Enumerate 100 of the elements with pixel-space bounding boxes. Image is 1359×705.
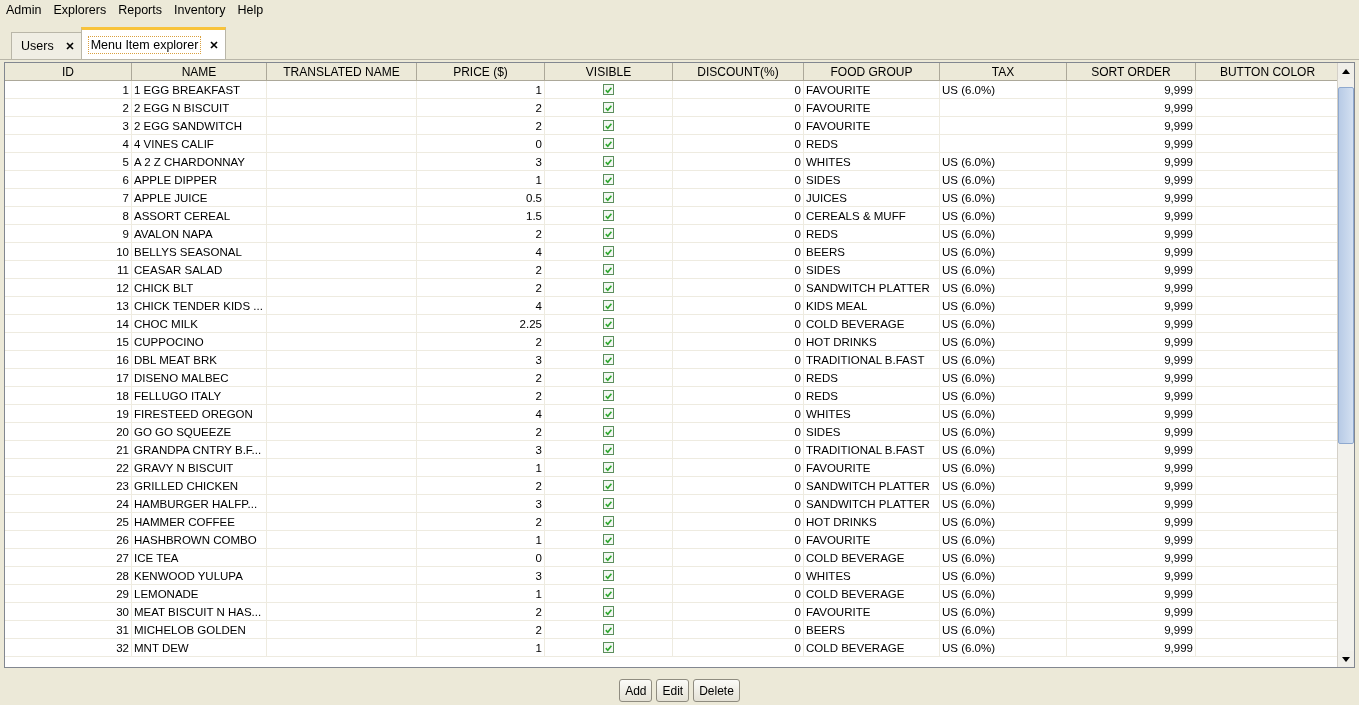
table-cell: US (6.0%): [942, 515, 996, 528]
checkbox[interactable]: [603, 408, 614, 419]
menu-item[interactable]: Inventory: [170, 3, 234, 17]
table-cell: 0: [673, 603, 804, 620]
table-cell: US (6.0%): [942, 281, 996, 294]
checkbox[interactable]: [603, 372, 614, 383]
table-cell: 9,999: [1067, 369, 1196, 386]
table-cell: 0: [673, 117, 804, 134]
table-cell: GO GO SQUEEZE: [132, 423, 267, 440]
column-header[interactable]: PRICE ($): [417, 63, 545, 80]
table-cell: APPLE DIPPER: [132, 171, 267, 188]
tab[interactable]: Users: [11, 32, 82, 59]
checkbox[interactable]: [603, 606, 614, 617]
checkbox[interactable]: [603, 390, 614, 401]
close-icon[interactable]: [209, 39, 220, 50]
checkbox[interactable]: [603, 84, 614, 95]
column-header[interactable]: VISIBLE: [545, 63, 673, 80]
table-cell: 21: [5, 441, 132, 458]
column-header[interactable]: FOOD GROUP: [804, 63, 940, 80]
checkbox[interactable]: [603, 336, 614, 347]
table-cell: 1: [417, 639, 545, 656]
table-cell: SANDWITCH PLATTER: [804, 495, 940, 512]
checkbox[interactable]: [603, 192, 614, 203]
table-cell: 17: [5, 369, 132, 386]
checkbox[interactable]: [603, 516, 614, 527]
scrollbar[interactable]: [1337, 63, 1354, 667]
table-cell: US (6.0%): [942, 443, 996, 456]
checkbox[interactable]: [603, 246, 614, 257]
table-cell: US (6.0%): [942, 317, 996, 330]
checkbox[interactable]: [603, 552, 614, 563]
table-cell: 0: [673, 99, 804, 116]
checkbox[interactable]: [603, 444, 614, 455]
table-cell: COLD BEVERAGE: [804, 315, 940, 332]
checkbox[interactable]: [603, 282, 614, 293]
checkbox[interactable]: [603, 534, 614, 545]
action-button[interactable]: Delete: [693, 679, 740, 702]
table-cell: CUPPOCINO: [132, 333, 267, 350]
table-cell: 31: [5, 621, 132, 638]
checkbox[interactable]: [603, 156, 614, 167]
checkbox[interactable]: [603, 354, 614, 365]
menu-item[interactable]: Reports: [114, 3, 170, 17]
checkbox[interactable]: [603, 138, 614, 149]
table-cell: MICHELOB GOLDEN: [132, 621, 267, 638]
table-cell: FELLUGO ITALY: [132, 387, 267, 404]
checkbox[interactable]: [603, 624, 614, 635]
action-button[interactable]: Edit: [656, 679, 690, 702]
table-cell: 2 EGG N BISCUIT: [132, 99, 267, 116]
column-header[interactable]: SORT ORDER: [1067, 63, 1196, 80]
checkbox[interactable]: [603, 210, 614, 221]
menu-item[interactable]: Admin: [2, 3, 50, 17]
checkbox[interactable]: [603, 426, 614, 437]
table-cell: 7: [5, 189, 132, 206]
table-cell: DISENO MALBEC: [132, 369, 267, 386]
table-cell: REDS: [804, 225, 940, 242]
table-cell: SIDES: [804, 171, 940, 188]
close-icon[interactable]: [64, 41, 75, 51]
menu-item[interactable]: Help: [233, 3, 272, 17]
action-button[interactable]: Add: [619, 679, 653, 702]
table-cell: 2: [417, 261, 545, 278]
table-cell: FAVOURITE: [804, 117, 940, 134]
checkbox[interactable]: [603, 174, 614, 185]
checkbox[interactable]: [603, 642, 614, 653]
table-cell: 2: [417, 621, 545, 638]
checkbox[interactable]: [603, 462, 614, 473]
checkbox[interactable]: [603, 498, 614, 509]
column-header[interactable]: ID: [5, 63, 132, 80]
checkbox[interactable]: [603, 264, 614, 275]
column-header[interactable]: TAX: [940, 63, 1067, 80]
table-cell: REDS: [804, 369, 940, 386]
checkbox[interactable]: [603, 300, 614, 311]
table-cell: 9,999: [1067, 297, 1196, 314]
column-header[interactable]: NAME: [132, 63, 267, 80]
table-cell: US (6.0%): [942, 641, 996, 654]
checkbox[interactable]: [603, 102, 614, 113]
scrollbar-thumb[interactable]: [1338, 87, 1354, 444]
table-cell: 3: [417, 567, 545, 584]
column-header[interactable]: TRANSLATED NAME: [267, 63, 417, 80]
table-cell: REDS: [804, 135, 940, 152]
table-cell: 0: [673, 495, 804, 512]
checkbox[interactable]: [603, 570, 614, 581]
menu-item[interactable]: Explorers: [49, 3, 115, 17]
column-header[interactable]: DISCOUNT(%): [673, 63, 804, 80]
checkbox[interactable]: [603, 480, 614, 491]
checkbox[interactable]: [603, 318, 614, 329]
table-cell: 4: [5, 135, 132, 152]
table-cell: 0: [673, 531, 804, 548]
table-cell: 9,999: [1067, 513, 1196, 530]
table-cell: 9,999: [1067, 549, 1196, 566]
checkbox[interactable]: [603, 120, 614, 131]
checkbox[interactable]: [603, 588, 614, 599]
table-cell: KENWOOD YULUPA: [132, 567, 267, 584]
tab[interactable]: Menu Item explorer: [80, 27, 227, 59]
table-cell: 2: [5, 99, 132, 116]
table-cell: 0: [673, 405, 804, 422]
checkbox[interactable]: [603, 228, 614, 239]
table-cell: 2 EGG SANDWITCH: [132, 117, 267, 134]
table-cell: 4: [417, 297, 545, 314]
table-cell: BEERS: [804, 621, 940, 638]
table-cell: ASSORT CEREAL: [132, 207, 267, 224]
table-cell: 5: [5, 153, 132, 170]
